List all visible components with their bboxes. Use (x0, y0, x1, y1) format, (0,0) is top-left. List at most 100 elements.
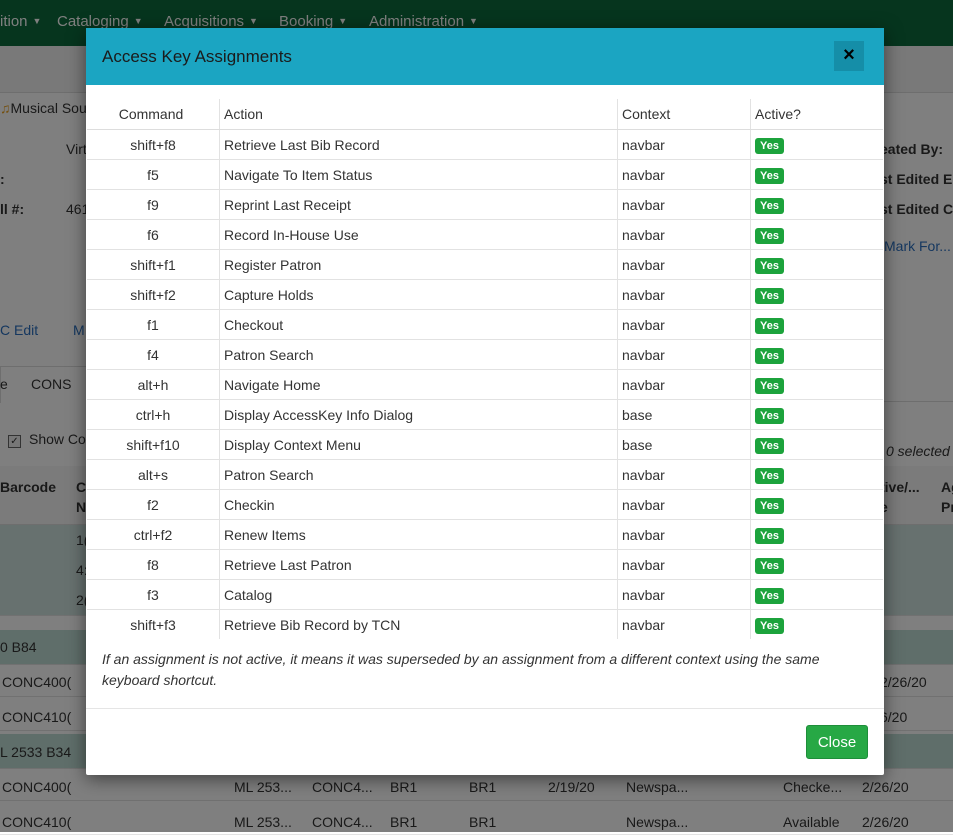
active-cell: Yes (750, 579, 883, 610)
action-cell: Retrieve Last Patron (219, 549, 618, 580)
table-row: f3 Catalog navbar Yes (87, 579, 883, 610)
active-cell: Yes (750, 339, 883, 370)
context-cell: navbar (617, 309, 751, 340)
context-cell: navbar (617, 609, 751, 639)
action-cell: Display Context Menu (219, 429, 618, 460)
access-key-table: Command Action Context Active? shift+f8 R… (87, 99, 883, 639)
active-badge: Yes (755, 527, 784, 544)
action-cell: Patron Search (219, 339, 618, 370)
active-badge: Yes (755, 467, 784, 484)
active-cell: Yes (750, 309, 883, 340)
command-cell: alt+h (87, 369, 220, 400)
action-cell: Checkin (219, 489, 618, 520)
table-row: shift+f1 Register Patron navbar Yes (87, 249, 883, 280)
action-cell: Renew Items (219, 519, 618, 550)
close-button[interactable]: Close (806, 725, 868, 759)
table-row: f6 Record In-House Use navbar Yes (87, 219, 883, 250)
context-cell: navbar (617, 219, 751, 250)
table-row: alt+h Navigate Home navbar Yes (87, 369, 883, 400)
active-cell: Yes (750, 159, 883, 190)
col-active: Active? (750, 99, 883, 130)
context-cell: navbar (617, 129, 751, 160)
table-row: f5 Navigate To Item Status navbar Yes (87, 159, 883, 190)
col-command: Command (87, 99, 220, 130)
table-row: shift+f2 Capture Holds navbar Yes (87, 279, 883, 310)
table-header-row: Command Action Context Active? (87, 99, 883, 130)
active-cell: Yes (750, 489, 883, 520)
modal-note: If an assignment is not active, it means… (102, 651, 820, 688)
action-cell: Navigate Home (219, 369, 618, 400)
table-row: f4 Patron Search navbar Yes (87, 339, 883, 370)
col-action: Action (219, 99, 618, 130)
table-row: ctrl+f2 Renew Items navbar Yes (87, 519, 883, 550)
action-cell: Capture Holds (219, 279, 618, 310)
action-cell: Checkout (219, 309, 618, 340)
action-cell: Patron Search (219, 459, 618, 490)
active-badge: Yes (755, 257, 784, 274)
command-cell: ctrl+f2 (87, 519, 220, 550)
active-cell: Yes (750, 429, 883, 460)
command-cell: shift+f10 (87, 429, 220, 460)
active-cell: Yes (750, 519, 883, 550)
modal-header: Access Key Assignments × (86, 28, 884, 85)
context-cell: navbar (617, 339, 751, 370)
action-cell: Catalog (219, 579, 618, 610)
active-badge: Yes (755, 617, 784, 634)
active-badge: Yes (755, 587, 784, 604)
active-badge: Yes (755, 497, 784, 514)
command-cell: f1 (87, 309, 220, 340)
table-row: f1 Checkout navbar Yes (87, 309, 883, 340)
context-cell: navbar (617, 279, 751, 310)
command-cell: f4 (87, 339, 220, 370)
access-key-modal: Access Key Assignments × Command Action … (86, 28, 884, 775)
context-cell: navbar (617, 189, 751, 220)
active-cell: Yes (750, 549, 883, 580)
context-cell: navbar (617, 549, 751, 580)
table-row: f2 Checkin navbar Yes (87, 489, 883, 520)
action-cell: Retrieve Last Bib Record (219, 129, 618, 160)
table-row: shift+f8 Retrieve Last Bib Record navbar Ye… (87, 129, 884, 160)
active-cell: Yes (750, 279, 883, 310)
action-cell: Reprint Last Receipt (219, 189, 618, 220)
command-cell: f2 (87, 489, 220, 520)
table-row: shift+f3 Retrieve Bib Record by TCN navbar… (87, 609, 883, 639)
table-row: f9 Reprint Last Receipt navbar Yes (87, 189, 883, 220)
active-badge: Yes (755, 227, 784, 244)
context-cell: navbar (617, 489, 751, 520)
context-cell: navbar (617, 159, 751, 190)
action-cell: Retrieve Bib Record by TCN (219, 609, 618, 639)
active-cell: Yes (750, 609, 883, 639)
active-badge: Yes (755, 287, 784, 304)
command-cell: alt+s (87, 459, 220, 490)
active-cell: Yes (751, 130, 884, 160)
active-badge: Yes (755, 377, 784, 394)
active-cell: Yes (750, 369, 883, 400)
context-cell: base (617, 429, 751, 460)
command-cell: f3 (87, 579, 220, 610)
context-cell: navbar (617, 579, 751, 610)
active-cell: Yes (750, 459, 883, 490)
action-cell: Register Patron (219, 249, 618, 280)
table-row: alt+s Patron Search navbar Yes (87, 459, 883, 490)
active-badge: Yes (755, 407, 784, 424)
active-badge: Yes (755, 557, 784, 574)
modal-title: Access Key Assignments (102, 47, 292, 66)
context-cell: navbar (617, 249, 751, 280)
active-badge: Yes (755, 197, 784, 214)
close-icon[interactable]: × (834, 41, 864, 71)
command-cell: shift+f8 (87, 129, 220, 160)
command-cell: shift+f3 (87, 609, 220, 639)
active-cell: Yes (750, 399, 883, 430)
active-badge: Yes (755, 437, 784, 454)
col-context: Context (617, 99, 751, 130)
active-badge: Yes (755, 317, 784, 334)
active-cell: Yes (750, 189, 883, 220)
context-cell: navbar (617, 459, 751, 490)
command-cell: ctrl+h (87, 399, 220, 430)
table-row: shift+f10 Display Context Menu base Yes (87, 429, 883, 460)
action-cell: Display AccessKey Info Dialog (219, 399, 618, 430)
active-badge: Yes (755, 347, 784, 364)
action-cell: Navigate To Item Status (219, 159, 618, 190)
footer-divider (86, 708, 884, 709)
active-badge: Yes (755, 167, 784, 184)
